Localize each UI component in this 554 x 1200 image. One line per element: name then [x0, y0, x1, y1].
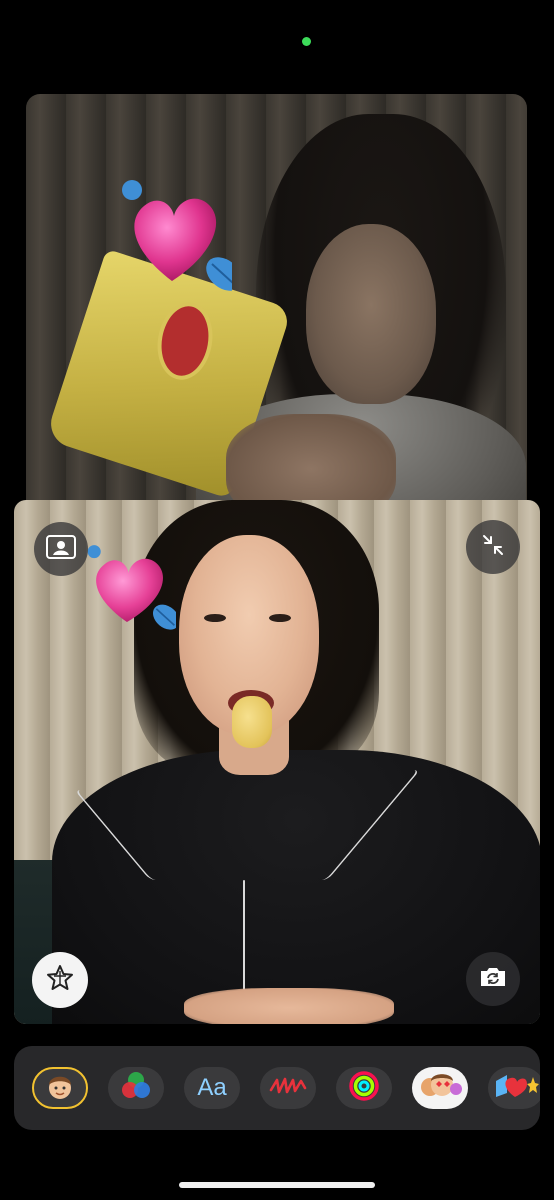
activity-effect-button[interactable] — [336, 1067, 392, 1109]
shirt-piping — [215, 770, 421, 880]
flip-camera-icon — [478, 965, 508, 994]
activity-rings-icon — [348, 1070, 380, 1107]
color-filters-icon — [119, 1069, 153, 1108]
star-effects-icon — [45, 963, 75, 998]
text-effect-button[interactable]: Aa — [184, 1067, 240, 1109]
emoji-stickers-button[interactable] — [488, 1067, 540, 1109]
person-card-icon — [46, 534, 76, 564]
heart-sticker[interactable] — [122, 176, 232, 296]
effects-tray[interactable]: Aa — [14, 1046, 540, 1130]
heart-sticker[interactable] — [86, 540, 176, 632]
remote-video-tile[interactable] — [26, 94, 527, 534]
remote-person-face — [306, 224, 436, 404]
contact-card-button[interactable] — [34, 522, 88, 576]
scribble-shapes-icon — [268, 1074, 308, 1103]
minimize-arrows-icon — [481, 533, 505, 562]
facetime-screen: Aa — [0, 0, 554, 1200]
shapes-effect-button[interactable] — [260, 1067, 316, 1109]
memoji-stickers-button[interactable] — [412, 1067, 468, 1109]
emoji-stickers-icon — [493, 1071, 539, 1106]
minimize-button[interactable] — [466, 520, 520, 574]
self-eye — [204, 614, 226, 622]
filters-effect-button[interactable] — [108, 1067, 164, 1109]
self-video-tile[interactable] — [14, 500, 540, 1024]
self-hands — [184, 988, 394, 1024]
memoji-face-icon — [43, 1069, 77, 1108]
memoji-stickers-icon — [416, 1069, 464, 1108]
text-effect-label: Aa — [197, 1074, 227, 1101]
snack-in-mouth — [232, 696, 272, 748]
self-eye — [269, 614, 291, 622]
camera-in-use-indicator — [302, 37, 311, 46]
memoji-effect-button[interactable] — [32, 1067, 88, 1109]
flip-camera-button[interactable] — [466, 952, 520, 1006]
home-indicator[interactable] — [179, 1182, 375, 1188]
effects-button[interactable] — [32, 952, 88, 1008]
